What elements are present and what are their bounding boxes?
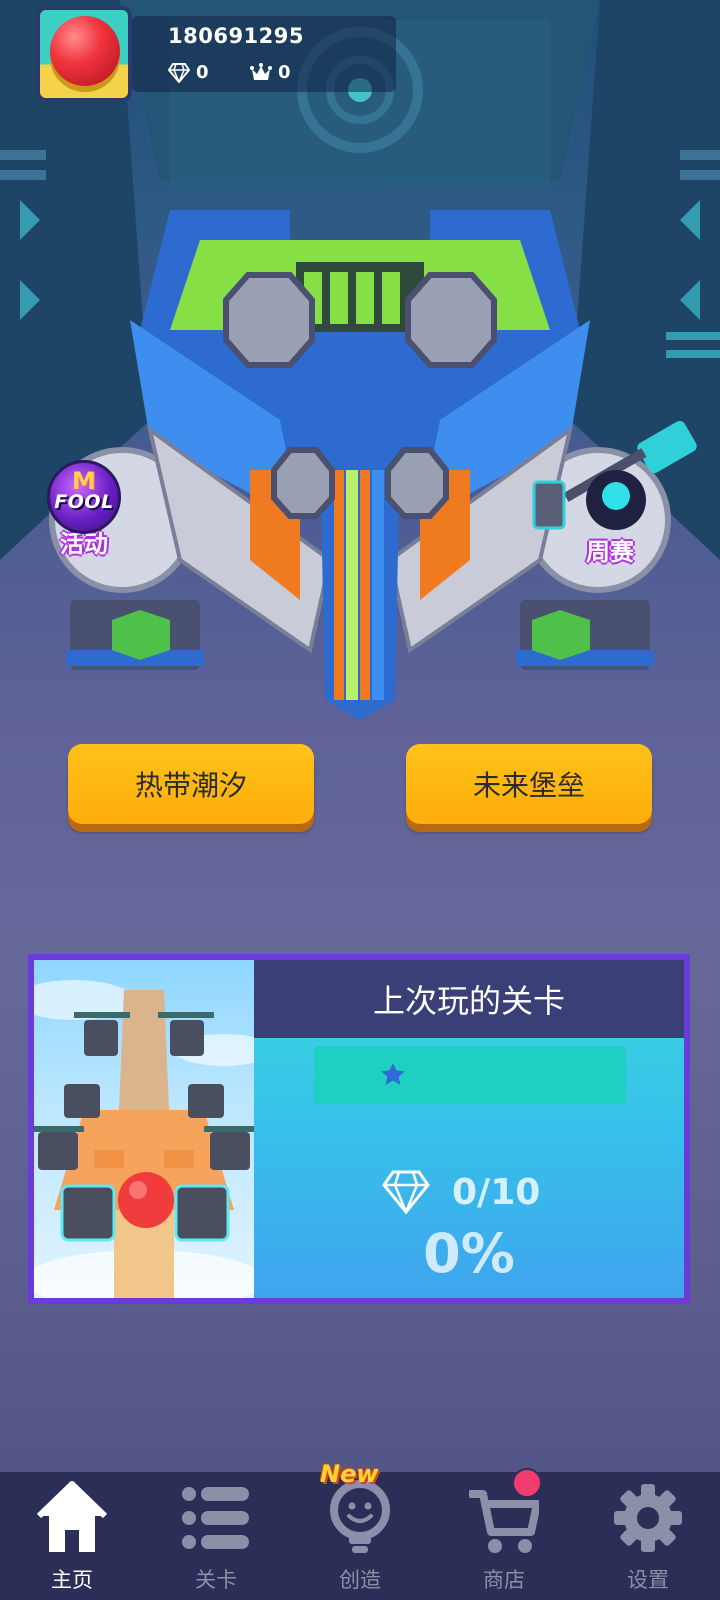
avatar[interactable] [36,6,132,102]
new-badge: New [320,1460,379,1488]
weekly-contest-label: 周赛 [586,538,634,566]
map-button-future-fortress[interactable]: 未来堡垒 [406,744,652,824]
red-ball-avatar-icon [50,16,120,86]
gem-stat: 0 [168,62,209,83]
nav-item-home[interactable]: 主页 [0,1472,144,1600]
gem-count: 0 [196,62,209,83]
crown-icon [250,62,272,80]
star-icon [381,1063,405,1085]
gems-collected: 0/10 [452,1171,541,1213]
diamond-icon [382,1170,430,1214]
nav-label-home: 主页 [51,1568,93,1592]
weekly-contest-button[interactable]: 周赛 [530,420,710,570]
nav-label-shop: 商店 [483,1568,525,1592]
level-preview-image [34,980,254,1298]
nav-label-levels: 关卡 [195,1568,237,1592]
fool-badge-text: FOOL [54,491,114,513]
lightbulb-icon [330,1480,390,1553]
level-thumbnail [34,960,254,1298]
user-id: 180691295 [168,24,305,48]
gem-progress: 0/10 [382,1170,540,1214]
map-button-tropical-tide[interactable]: 热带潮汐 [68,744,314,824]
fool-event-icon: M FOOL [47,460,121,534]
nav-item-levels[interactable]: 关卡 [144,1472,288,1600]
diamond-icon [168,62,190,83]
bottom-navigation: 主页 关卡 New 创造 商店 设置 [0,1460,720,1600]
player-profile[interactable]: 180691295 0 0 [36,6,396,102]
crown-count: 0 [278,62,291,83]
nav-item-settings[interactable]: 设置 [576,1472,720,1600]
home-icon [37,1481,107,1552]
last-played-level-card[interactable]: 上次玩的关卡 0/10 0% [28,954,690,1304]
level-info-panel: 上次玩的关卡 0/10 0% [254,960,684,1298]
nav-label-settings: 设置 [627,1568,669,1592]
crown-stat: 0 [250,62,291,83]
gear-icon [614,1484,682,1552]
list-icon [182,1487,249,1549]
activity-button[interactable]: M FOOL 活动 [42,460,126,560]
spaceship-illustration [0,0,720,720]
last-played-title: 上次玩的关卡 [254,960,684,1038]
completion-percent: 0% [423,1222,515,1285]
shop-notification-dot [512,1468,542,1498]
star-rating-bar [314,1046,626,1104]
nav-item-create[interactable]: New 创造 [288,1460,432,1600]
game-scene-background [0,0,720,720]
nav-item-shop[interactable]: 商店 [432,1468,576,1600]
nav-label-create: 创造 [339,1568,381,1592]
